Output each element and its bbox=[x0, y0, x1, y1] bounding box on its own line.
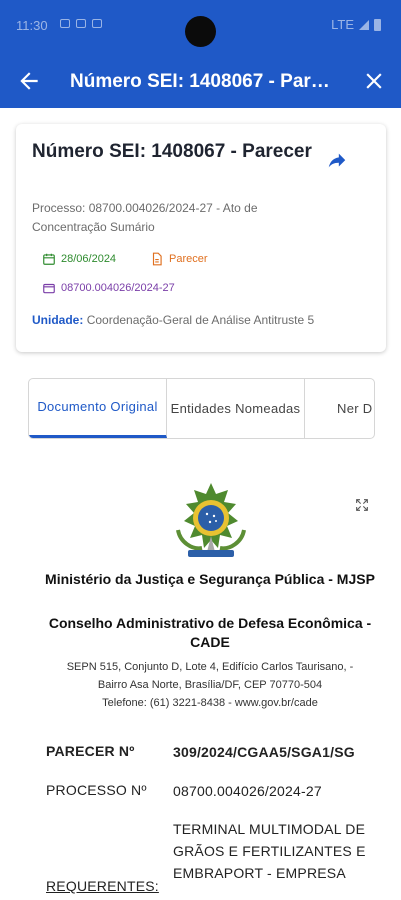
battery-icon bbox=[374, 18, 381, 31]
status-right: LTE bbox=[331, 17, 381, 32]
arrow-left-icon[interactable] bbox=[16, 68, 42, 94]
camera-cutout bbox=[185, 16, 216, 47]
status-bar: 11:30 LTE bbox=[0, 0, 401, 48]
folder-icon bbox=[43, 283, 55, 294]
type-chip: Parecer bbox=[150, 252, 208, 266]
screen: 11:30 LTE Número SEI: 1408067 - Parecer … bbox=[0, 0, 401, 900]
document-date: 28/06/2024 bbox=[61, 253, 117, 265]
notification-icons bbox=[60, 19, 102, 28]
processo-label: PROCESSO Nº bbox=[46, 782, 147, 798]
tab-documento-original[interactable]: Documento Original bbox=[29, 379, 167, 438]
process-number-chip: 08700.004026/2024-27 bbox=[42, 281, 175, 295]
share-icon[interactable] bbox=[326, 150, 348, 172]
processo-value: 08700.004026/2024-27 bbox=[173, 783, 322, 799]
org-cade: Conselho Administrativo de Defesa Econôm… bbox=[48, 615, 372, 650]
process-number: 08700.004026/2024-27 bbox=[61, 282, 175, 294]
calendar-icon bbox=[43, 253, 55, 265]
document-summary-card: Número SEI: 1408067 - Parecer Processo: … bbox=[16, 124, 386, 352]
tab-ner[interactable]: Ner D bbox=[305, 379, 374, 438]
address-block: SEPN 515, Conjunto D, Lote 4, Edifício C… bbox=[30, 658, 390, 712]
status-time: 11:30 bbox=[16, 18, 48, 33]
parecer-value: 309/2024/CGAA5/SGA1/SG bbox=[173, 744, 355, 760]
process-description: Processo: 08700.004026/2024-27 - Ato de … bbox=[32, 201, 258, 234]
requerentes-label: REQUERENTES: bbox=[46, 878, 159, 894]
tab-entidades-nomeadas[interactable]: Entidades Nomeadas bbox=[167, 379, 305, 438]
network-label: LTE bbox=[331, 17, 354, 32]
app-bar: Número SEI: 1408067 - Parecer bbox=[0, 58, 401, 106]
date-chip: 28/06/2024 bbox=[42, 252, 116, 266]
brazil-coat-of-arms-logo bbox=[176, 483, 246, 557]
address-line-3: Telefone: (61) 3221-8438 - www.gov.br/ca… bbox=[102, 697, 318, 709]
top-bar: 11:30 LTE Número SEI: 1408067 - Parecer bbox=[0, 0, 401, 108]
unit-value: Coordenação-Geral de Análise Antitruste … bbox=[86, 313, 315, 327]
unit-label: Unidade: bbox=[32, 313, 84, 327]
org-ministry: Ministério da Justiça e Segurança Públic… bbox=[45, 571, 375, 587]
document-type: Parecer bbox=[169, 253, 208, 265]
expand-icon[interactable] bbox=[354, 497, 370, 513]
unit-line: Unidade: Coordenação-Geral de Análise An… bbox=[32, 313, 314, 327]
page-title: Número SEI: 1408067 - Parecer bbox=[70, 71, 340, 92]
address-line-2: Bairro Asa Norte, Brasília/DF, CEP 70770… bbox=[97, 679, 323, 691]
address-line-1: SEPN 515, Conjunto D, Lote 4, Edifício C… bbox=[66, 661, 354, 673]
close-icon[interactable] bbox=[361, 68, 387, 94]
document-tabs: Documento Original Entidades Nomeadas Ne… bbox=[28, 378, 375, 439]
parecer-label: PARECER Nº bbox=[46, 743, 135, 759]
signal-icon bbox=[359, 19, 369, 30]
card-title: Número SEI: 1408067 - Parecer bbox=[32, 141, 312, 162]
document-icon bbox=[152, 252, 162, 266]
requerentes-value: TERMINAL MULTIMODAL DE GRÃOS E FERTILIZA… bbox=[173, 821, 366, 881]
